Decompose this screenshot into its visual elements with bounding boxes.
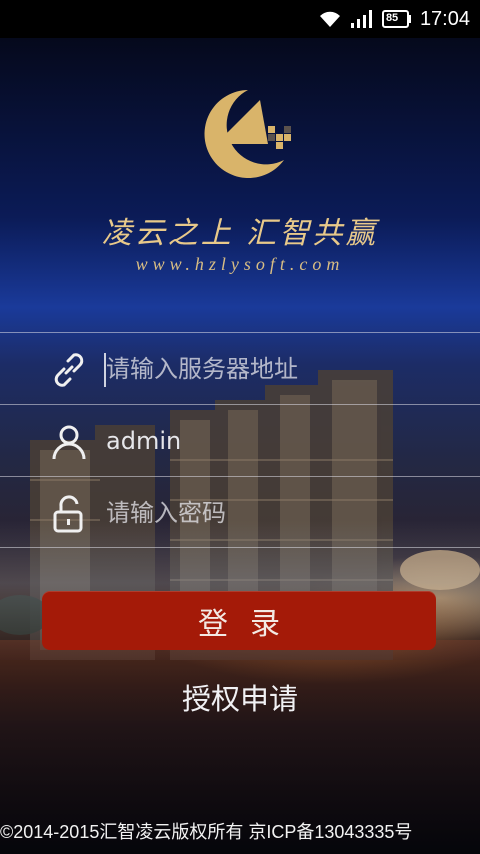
signal-icon bbox=[350, 9, 374, 29]
link-icon bbox=[54, 353, 84, 387]
company-logo bbox=[204, 90, 291, 178]
unlock-icon bbox=[53, 495, 83, 533]
authorization-request-link[interactable]: 授权申请 bbox=[0, 676, 480, 718]
status-bar: 85 17:04 bbox=[0, 0, 480, 38]
user-icon bbox=[52, 425, 86, 460]
server-row bbox=[0, 332, 480, 404]
battery-icon: 85 bbox=[381, 10, 412, 28]
brand-website: www.hzlysoft.com bbox=[135, 254, 345, 274]
password-input[interactable] bbox=[106, 491, 466, 535]
wifi-icon bbox=[318, 9, 342, 29]
username-input[interactable] bbox=[106, 419, 466, 463]
status-time: 17:04 bbox=[419, 7, 470, 30]
server-address-input[interactable] bbox=[106, 347, 466, 391]
login-button[interactable]: 登录 bbox=[42, 591, 436, 650]
password-row bbox=[0, 476, 480, 548]
copyright-footer: ©2014-2015汇智凌云版权所有 京ICP备13043335号 bbox=[0, 822, 413, 842]
battery-level: 85 bbox=[385, 12, 399, 24]
username-row bbox=[0, 404, 480, 476]
brand-slogan: 凌云之上 汇智共赢 bbox=[101, 216, 379, 251]
